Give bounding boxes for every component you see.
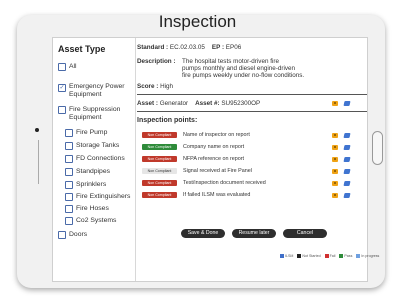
checkbox-all[interactable] — [58, 63, 66, 71]
description-line-3: fire pumps weekly under no-flow conditio… — [182, 72, 305, 79]
description-line-1: The hospital tests motor-driven fire — [182, 58, 279, 65]
inspection-point-text: NFPA reference on report — [183, 156, 245, 162]
legend-label: Not Started — [302, 254, 321, 258]
checkbox-label-storage-tanks: Storage Tanks — [76, 142, 120, 149]
asset-label: Asset : — [137, 100, 158, 107]
divider — [137, 94, 367, 95]
resume-later-button[interactable]: Resume later — [232, 229, 276, 238]
asset-camera-icon[interactable] — [332, 101, 338, 106]
camera-icon[interactable] — [332, 193, 338, 198]
legend-swatch — [356, 254, 361, 259]
inspection-point-text: Test/inspection document received — [183, 180, 266, 186]
asset-type-sidebar: Asset Type All ✓ Emergency Power Equipme… — [53, 38, 136, 281]
inspection-screen: Asset Type All ✓ Emergency Power Equipme… — [52, 37, 379, 282]
legend-label: Fail — [329, 254, 336, 258]
sidebar-heading: Asset Type — [58, 44, 106, 54]
status-pill[interactable]: Non Compliant — [142, 192, 177, 198]
checkbox-emergency-power[interactable]: ✓ — [58, 84, 66, 92]
checkbox-fire-extinguishers[interactable] — [65, 193, 73, 201]
checkbox-label-fire-extinguishers: Fire Extinguishers — [76, 193, 131, 200]
asset-note-icon[interactable] — [343, 101, 351, 106]
asset-row: Asset : Generator Asset #: SU952300OP — [137, 100, 260, 107]
asset-number-label: Asset #: — [195, 100, 220, 107]
note-icon[interactable] — [343, 169, 351, 174]
inspection-point-text: If failed ILSM was evaluated — [183, 192, 251, 198]
checkbox-co2-systems[interactable] — [65, 217, 73, 225]
status-pill[interactable]: Non Compliant — [142, 144, 177, 150]
status-pill[interactable]: Non Compliant — [142, 168, 177, 174]
camera-icon[interactable] — [332, 181, 338, 186]
checkbox-label-all: All — [69, 63, 77, 70]
legend-label: ILSM — [285, 254, 294, 258]
side-bezel-line — [38, 140, 39, 184]
inspection-point-text: Company name on report — [183, 144, 245, 150]
asset-value: Generator — [159, 100, 189, 107]
checkbox-fd-connections[interactable] — [65, 155, 73, 163]
checkbox-fire-hoses[interactable] — [65, 205, 73, 213]
save-done-button[interactable]: Save & Done — [181, 229, 225, 238]
checkbox-sprinklers[interactable] — [65, 181, 73, 189]
description-line-2: pumps monthly and diesel engine-driven — [182, 65, 296, 72]
ep-label: EP : — [211, 44, 225, 51]
inspection-points-heading: Inspection points: — [137, 117, 198, 124]
checkbox-label-co2-systems: Co2 Systems — [76, 217, 117, 224]
asset-number-value: SU952300OP — [221, 100, 261, 107]
legend-swatch — [280, 254, 284, 259]
home-button[interactable] — [372, 131, 383, 165]
legend-swatch — [324, 254, 329, 259]
status-pill[interactable]: Non Compliant — [142, 180, 177, 186]
note-icon[interactable] — [343, 193, 351, 198]
legend-label: In progress — [361, 254, 380, 258]
divider — [137, 111, 367, 112]
checkbox-doors[interactable] — [58, 231, 66, 239]
status-legend: ILSM Not Started Fail Pass In progress — [277, 254, 380, 259]
checkbox-label-fire-pump: Fire Pump — [76, 129, 108, 136]
legend-swatch — [339, 254, 344, 259]
checkbox-standpipes[interactable] — [65, 168, 73, 176]
note-icon[interactable] — [343, 181, 351, 186]
checkbox-label-sprinklers: Sprinklers — [76, 181, 107, 188]
checkbox-label-fire-hoses: Fire Hoses — [76, 205, 109, 212]
checkbox-label-emergency-power: Emergency Power Equipment — [69, 83, 125, 98]
cancel-button[interactable]: Cancel — [283, 229, 327, 238]
checkbox-label-fire-suppression: Fire Suppression Equipment — [69, 106, 121, 121]
standard-label: Standard : — [137, 44, 169, 51]
note-icon[interactable] — [343, 133, 351, 138]
camera-icon[interactable] — [332, 157, 338, 162]
score-value: High — [160, 83, 174, 90]
status-pill[interactable]: Non Compliant — [142, 156, 177, 162]
checkbox-storage-tanks[interactable] — [65, 142, 73, 150]
camera-icon[interactable] — [332, 133, 338, 138]
camera-icon[interactable] — [332, 169, 338, 174]
checkbox-fire-suppression[interactable] — [58, 106, 66, 114]
note-icon[interactable] — [343, 145, 351, 150]
page-title: Inspection — [158, 12, 237, 31]
checkbox-fire-pump[interactable] — [65, 129, 73, 137]
inspection-detail-panel: Standard : EC.02.03.05 EP : EP06 Descrip… — [137, 38, 379, 281]
camera-dot — [35, 128, 39, 132]
score-label: Score : — [137, 83, 159, 90]
standard-row: Standard : EC.02.03.05 EP : EP06 — [137, 44, 241, 51]
standard-value: EC.02.03.05 — [169, 44, 205, 51]
checkbox-label-doors: Doors — [69, 231, 88, 238]
description-label: Description : — [137, 58, 176, 65]
inspection-point-text: Signal received at Fire Panel — [183, 168, 252, 174]
ep-value: EP06 — [225, 44, 242, 51]
camera-icon[interactable] — [332, 145, 338, 150]
legend-label: Pass — [344, 254, 353, 258]
checkbox-label-standpipes: Standpipes — [76, 168, 111, 175]
score-row: Score : High — [137, 83, 173, 90]
inspection-point-text: Name of inspector on report — [183, 132, 250, 138]
checkbox-label-fd-connections: FD Connections — [76, 155, 125, 162]
note-icon[interactable] — [343, 157, 351, 162]
status-pill[interactable]: Non Compliant — [142, 132, 177, 138]
legend-swatch — [297, 254, 302, 259]
